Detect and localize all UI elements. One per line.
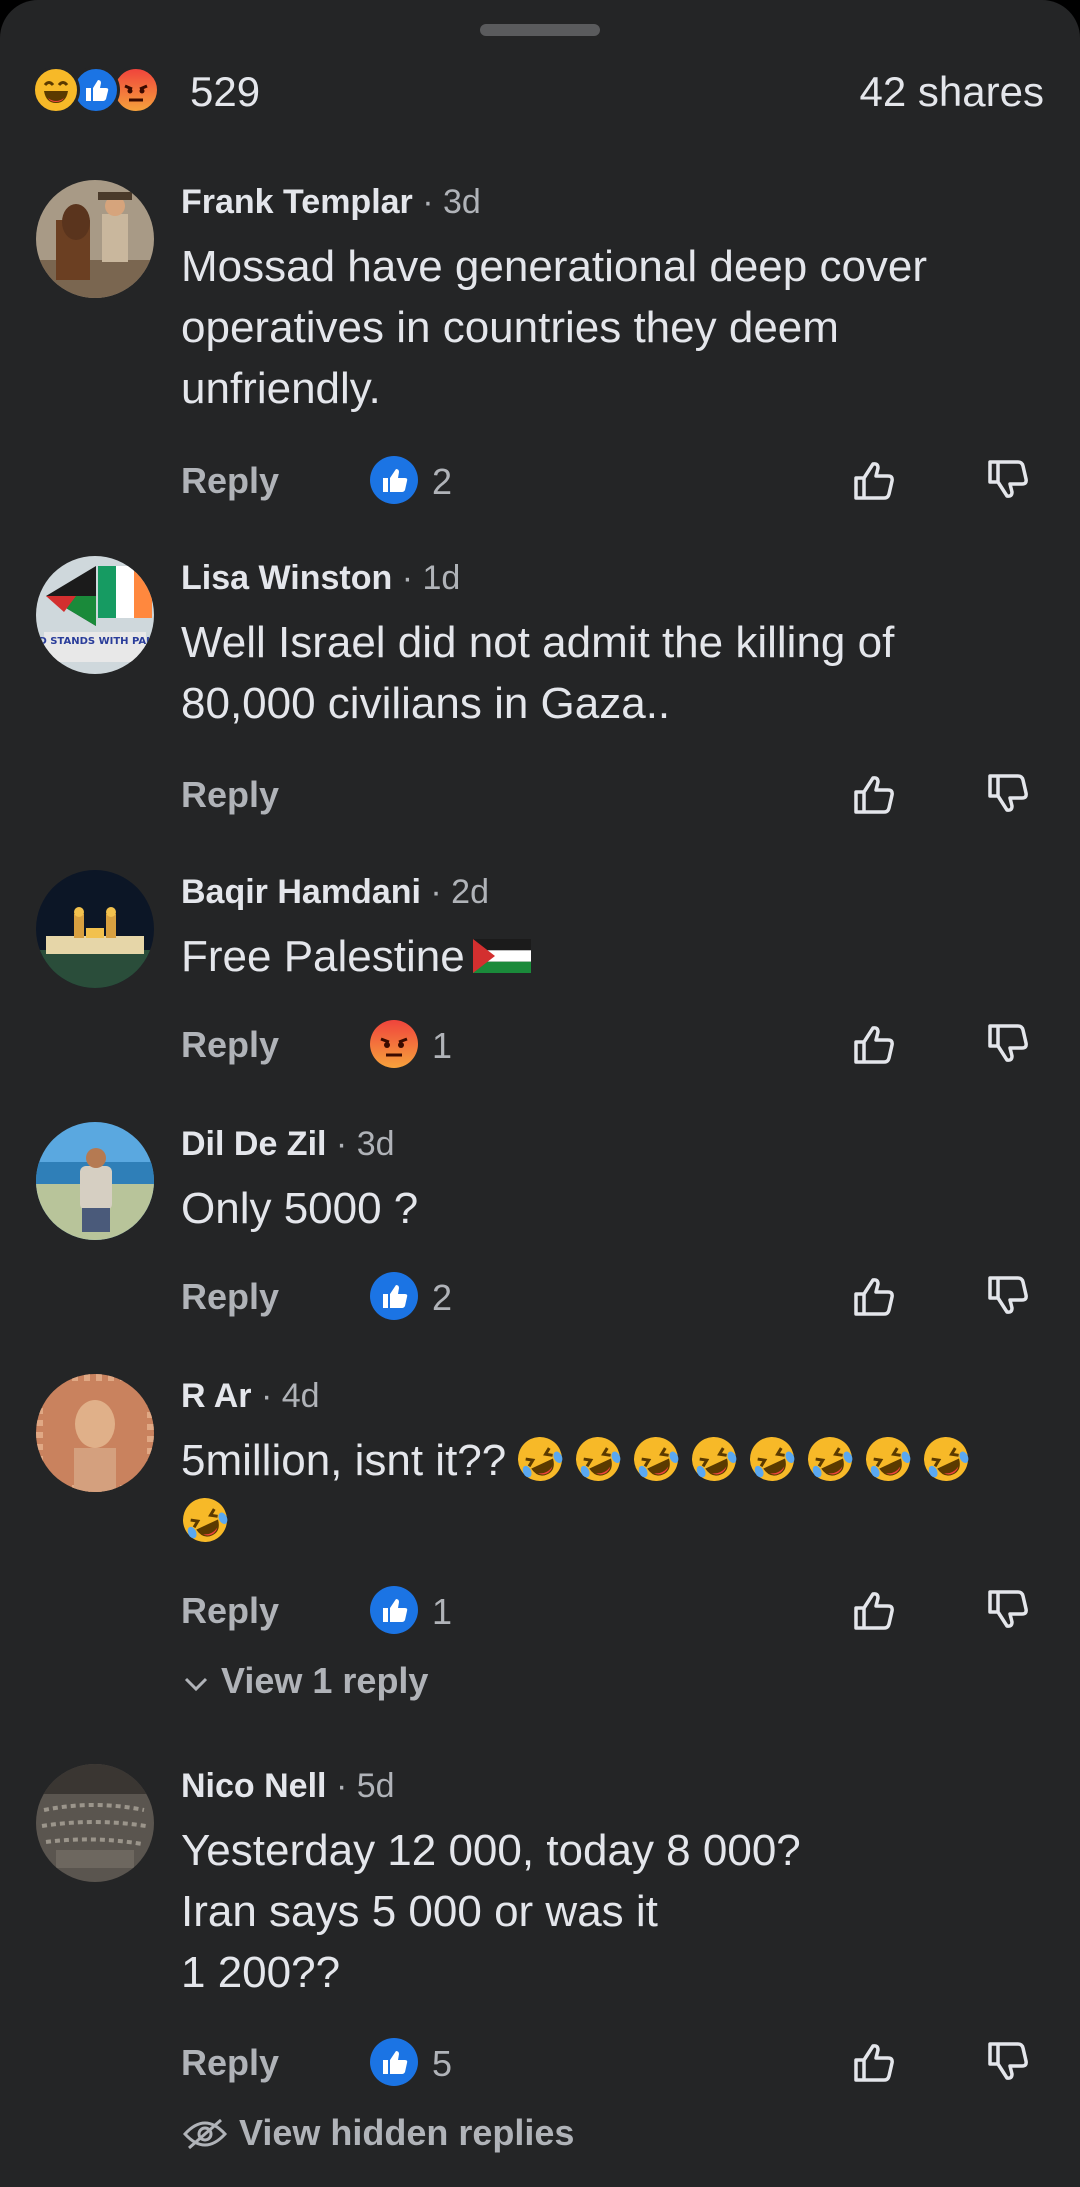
downvote-icon[interactable]	[980, 1582, 1036, 1638]
downvote-icon[interactable]	[980, 1268, 1036, 1324]
reply-button[interactable]: Reply	[181, 774, 279, 816]
palestine-flag-icon	[472, 939, 531, 973]
comment-author[interactable]: R Ar	[181, 1377, 252, 1415]
angry-icon[interactable]	[370, 1020, 418, 1068]
shares-count[interactable]: 42 shares	[860, 64, 1044, 120]
rolling-laughing-emoji-icon	[924, 1437, 969, 1481]
comment-actions: Reply 2	[0, 1268, 1080, 1328]
upvote-icon[interactable]	[846, 1582, 902, 1638]
chevron-down-icon	[184, 1677, 208, 1692]
comment-author[interactable]: Frank Templar	[181, 183, 413, 221]
comment-actions: Reply 5	[0, 2034, 1080, 2094]
rolling-laughing-emoji-icon	[518, 1437, 563, 1481]
rolling-laughing-emoji-icon	[183, 1498, 228, 1542]
like-icon[interactable]	[370, 2038, 418, 2086]
view-replies-link[interactable]: View 1 reply	[181, 1660, 428, 1702]
upvote-icon[interactable]	[846, 766, 902, 822]
reaction-count[interactable]: 5	[432, 2043, 452, 2085]
avatar[interactable]	[36, 1764, 154, 1882]
comment-actions: Reply 1	[0, 1016, 1080, 1076]
reaction-count[interactable]: 2	[432, 461, 452, 503]
reaction-count[interactable]: 1	[432, 1591, 452, 1633]
reaction-count[interactable]: 1	[432, 1025, 452, 1067]
comment-author[interactable]: Baqir Hamdani	[181, 873, 421, 911]
like-icon[interactable]	[370, 456, 418, 504]
comment-text: Free Palestine	[181, 926, 1041, 987]
rolling-laughing-emoji-icon	[866, 1437, 911, 1481]
upvote-icon[interactable]	[846, 2034, 902, 2090]
reaction-summary[interactable]: 529 42 shares	[32, 64, 1044, 120]
comment-time[interactable]: · 3d	[336, 1125, 395, 1163]
comment-actions: Reply 1	[0, 1582, 1080, 1642]
eye-slash-icon	[182, 2118, 228, 2150]
comment-time[interactable]: · 3d	[422, 183, 481, 221]
avatar[interactable]	[36, 1122, 154, 1240]
comment-author[interactable]: Nico Nell	[181, 1767, 326, 1805]
downvote-icon[interactable]	[980, 2034, 1036, 2090]
reaction-count[interactable]: 2	[432, 1277, 452, 1319]
drag-handle[interactable]	[480, 24, 600, 36]
downvote-icon[interactable]	[980, 452, 1036, 508]
comment-text: Mossad have generational deep cover opera…	[181, 242, 928, 413]
reply-button[interactable]: Reply	[181, 460, 279, 502]
reply-button[interactable]: Reply	[181, 1024, 279, 1066]
comment-author[interactable]: Dil De Zil	[181, 1125, 326, 1163]
avatar[interactable]: IRELAND STANDS WITH PALESTINE	[36, 556, 154, 674]
rolling-laughing-emoji-icon	[808, 1437, 853, 1481]
comment-text: 5million, isnt it??	[181, 1430, 1041, 1552]
rolling-laughing-emoji-icon	[750, 1437, 795, 1481]
comment-actions: Reply 2	[0, 452, 1080, 512]
comment-author[interactable]: Lisa Winston	[181, 559, 392, 597]
haha-icon	[32, 66, 80, 114]
downvote-icon[interactable]	[980, 1016, 1036, 1072]
comment-time[interactable]: · 1d	[402, 559, 461, 597]
comment-actions: Reply	[0, 766, 1080, 826]
rolling-laughing-emoji-icon	[692, 1437, 737, 1481]
like-icon[interactable]	[370, 1272, 418, 1320]
upvote-icon[interactable]	[846, 1268, 902, 1324]
reply-button[interactable]: Reply	[181, 1590, 279, 1632]
upvote-icon[interactable]	[846, 1016, 902, 1072]
comment-text: Only 5000 ?	[181, 1184, 419, 1233]
avatar[interactable]	[36, 870, 154, 988]
avatar[interactable]	[36, 180, 154, 298]
avatar[interactable]	[36, 1374, 154, 1492]
comment-text: Well Israel did not admit the killing of…	[181, 618, 895, 728]
view-hidden-replies-link[interactable]: View hidden replies	[181, 2112, 574, 2154]
comment-time[interactable]: · 4d	[261, 1377, 320, 1415]
rolling-laughing-emoji-icon	[634, 1437, 679, 1481]
reaction-count[interactable]: 529	[190, 64, 260, 120]
rolling-laughing-emoji-icon	[576, 1437, 621, 1481]
upvote-icon[interactable]	[846, 452, 902, 508]
reply-button[interactable]: Reply	[181, 1276, 279, 1318]
comment-time[interactable]: · 2d	[430, 873, 489, 911]
reply-button[interactable]: Reply	[181, 2042, 279, 2084]
avatar-banner-text: IRELAND STANDS WITH PALESTINE	[36, 636, 154, 647]
like-icon[interactable]	[370, 1586, 418, 1634]
comments-sheet: 529 42 shares Frank Templar · 3d Mossad …	[0, 0, 1080, 2187]
comment-text: Yesterday 12 000, today 8 000? Iran says …	[181, 1826, 801, 1997]
comment-time[interactable]: · 5d	[336, 1767, 395, 1805]
downvote-icon[interactable]	[980, 766, 1036, 822]
